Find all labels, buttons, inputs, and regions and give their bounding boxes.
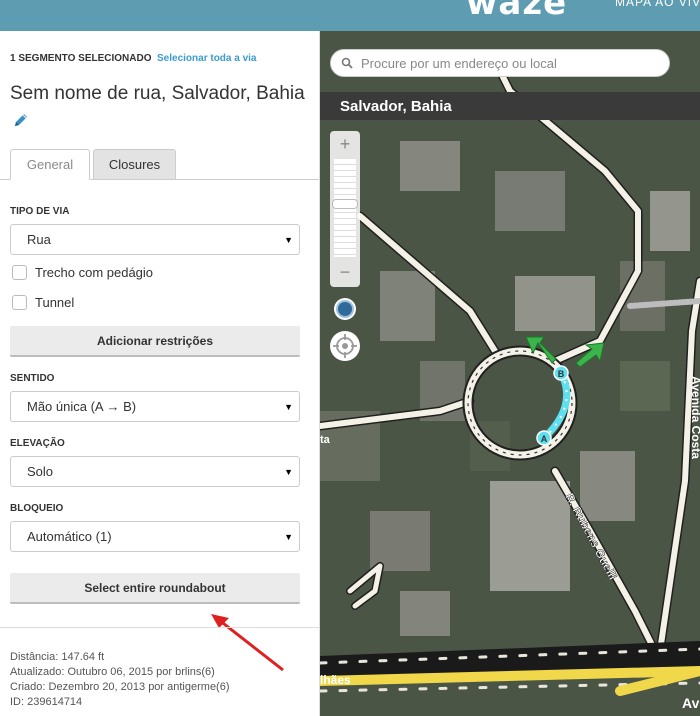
dropdown-arrow-icon: ▼ <box>284 402 293 412</box>
elevation-label: ELEVAÇÃO <box>10 438 65 449</box>
segment-title: Sem nome de rua, Salvador, Bahia <box>10 83 305 104</box>
road-type-value: Rua <box>27 232 51 247</box>
annotation-arrow <box>211 614 284 672</box>
satellite-map[interactable]: B A R. Rubens Guelli Avenida Costa lhães… <box>320 31 700 716</box>
zoom-out-button[interactable]: − <box>330 259 360 285</box>
crosshair-icon <box>333 334 357 358</box>
node-a-label: A <box>541 434 548 444</box>
add-restrictions-button[interactable]: Adicionar restrições <box>10 326 300 357</box>
direction-select[interactable]: Mão única (A → B) ▼ <box>10 391 300 422</box>
map-canvas[interactable]: B A R. Rubens Guelli Avenida Costa lhães… <box>320 31 700 716</box>
select-whole-road-link[interactable]: Selecionar toda a via <box>157 53 257 64</box>
tunnel-label: Tunnel <box>35 294 75 310</box>
street-label-magalhaes: lhães <box>320 673 351 687</box>
info-divider <box>0 627 319 628</box>
segment-edit-panel: 1 SEGMENTO SELECIONADO Selecionar toda a… <box>0 31 320 716</box>
live-map-link[interactable]: MAPA AO VIVO <box>615 0 700 9</box>
dropdown-arrow-icon: ▼ <box>284 235 293 245</box>
segment-distance: Distância: 147.64 ft <box>10 651 105 663</box>
zoom-control: + − <box>330 131 360 287</box>
checkbox-box[interactable] <box>12 294 27 310</box>
select-roundabout-button[interactable]: Select entire roundabout <box>10 573 300 604</box>
tab-general[interactable]: General <box>10 149 90 180</box>
dropdown-arrow-icon: ▼ <box>284 467 293 477</box>
pencil-icon[interactable] <box>12 111 30 129</box>
layers-button[interactable] <box>334 298 356 320</box>
top-bar: waze MAPA AO VIVO <box>0 0 700 31</box>
lock-select[interactable]: Automático (1) ▼ <box>10 521 300 552</box>
zoom-in-button[interactable]: + <box>330 131 360 157</box>
tab-closures[interactable]: Closures <box>93 149 176 180</box>
map-search-box[interactable] <box>330 49 670 77</box>
layers-icon <box>336 300 354 318</box>
locate-me-button[interactable] <box>330 331 360 361</box>
elevation-value: Solo <box>27 464 54 479</box>
segment-updated: Atualizado: Outubro 06, 2015 por brlins(… <box>10 666 215 678</box>
segment-created: Criado: Dezembro 20, 2013 por antigerme(… <box>10 681 230 693</box>
toll-road-checkbox[interactable]: Trecho com pedágio <box>12 264 153 280</box>
direction-value: Mão única (A → B) <box>27 399 137 414</box>
street-label-av: Av <box>682 695 700 711</box>
toll-road-label: Trecho com pedágio <box>35 264 154 280</box>
road-type-label: TIPO DE VIA <box>10 206 70 217</box>
street-label-ta: ta <box>320 434 331 446</box>
search-icon <box>341 57 353 69</box>
tunnel-checkbox[interactable]: Tunnel <box>12 294 74 310</box>
dropdown-arrow-icon: ▼ <box>284 532 293 542</box>
location-bar: Salvador, Bahia <box>320 92 700 120</box>
checkbox-box[interactable] <box>12 264 27 280</box>
location-name: Salvador, Bahia <box>340 98 452 115</box>
zoom-slider[interactable] <box>332 159 358 257</box>
node-b-label: B <box>558 369 565 379</box>
zoom-slider-handle[interactable] <box>332 199 358 209</box>
lock-value: Automático (1) <box>27 529 112 544</box>
road-type-select[interactable]: Rua ▼ <box>10 224 300 255</box>
street-label-costa: Avenida Costa <box>689 376 700 459</box>
direction-label: SENTIDO <box>10 373 55 384</box>
selection-count: 1 SEGMENTO SELECIONADO <box>10 53 152 64</box>
lock-label: BLOQUEIO <box>10 503 64 514</box>
elevation-select[interactable]: Solo ▼ <box>10 456 300 487</box>
waze-logo[interactable]: waze <box>466 0 567 23</box>
search-input[interactable] <box>361 55 661 71</box>
segment-id: ID: 239614714 <box>10 696 83 708</box>
